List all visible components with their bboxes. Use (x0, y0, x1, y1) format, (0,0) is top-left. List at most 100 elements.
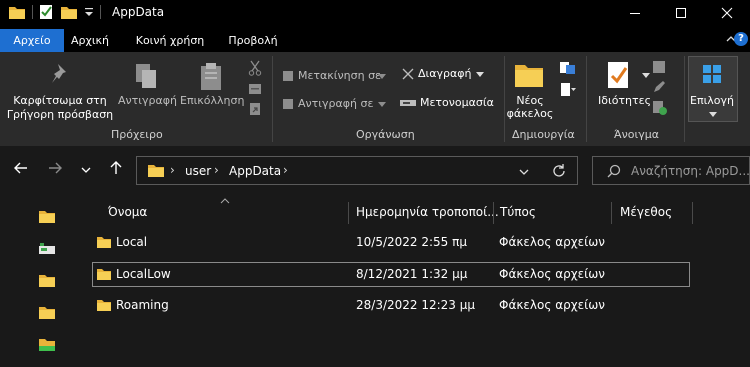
table-row[interactable]: Roaming 28/3/2022 12:23 μμ Φάκελος αρχεί… (92, 293, 690, 318)
address-bar[interactable]: › user › AppData › (136, 156, 578, 185)
divider (32, 5, 33, 19)
folder-icon[interactable] (38, 209, 56, 224)
column-size[interactable]: Μέγεθος (620, 205, 672, 219)
search-placeholder: Αναζήτηση: AppD... (631, 164, 750, 178)
select-all-icon (703, 65, 721, 83)
column-divider[interactable] (348, 202, 349, 224)
breadcrumb-appdata[interactable]: AppData (229, 164, 281, 178)
group-label-open: Άνοιγμα (614, 128, 659, 141)
file-date: 10/5/2022 2:55 πμ (356, 235, 467, 249)
help-icon[interactable]: ? (734, 32, 748, 46)
folder-icon (97, 300, 111, 311)
properties-button[interactable]: Ιδιότητες (598, 94, 651, 107)
title-bar: AppData (0, 0, 750, 26)
breadcrumb-separator[interactable]: › (283, 163, 288, 177)
navigation-pane (0, 194, 80, 367)
back-button[interactable] (14, 161, 28, 177)
folder-icon[interactable] (8, 5, 26, 20)
copy-to-icon (283, 99, 293, 109)
close-icon (721, 7, 733, 19)
file-name[interactable]: Local (116, 235, 147, 249)
chevron-down-icon[interactable] (519, 168, 529, 176)
rename-icon (400, 100, 416, 106)
window-title: AppData (112, 5, 165, 19)
new-item-icon[interactable] (558, 60, 578, 76)
divider (586, 56, 587, 142)
paste-shortcut-icon[interactable] (248, 102, 262, 116)
new-folder-label-line1[interactable]: Νέος (504, 94, 556, 107)
rename-button[interactable]: Μετονομασία (420, 96, 494, 109)
maximize-button[interactable] (658, 0, 704, 26)
file-name[interactable]: Roaming (116, 298, 169, 312)
history-icon[interactable] (652, 100, 668, 116)
pin-icon (52, 64, 66, 83)
file-name[interactable]: LocalLow (116, 267, 171, 281)
column-date-modified[interactable]: Ημερομηνία τροποποί... (356, 205, 499, 219)
navigation-bar: › user › AppData › Αναζήτηση: AppD... (0, 146, 750, 194)
breadcrumb-separator[interactable]: › (214, 163, 219, 177)
paste-icon (201, 63, 221, 90)
file-date: 8/12/2021 1:32 μμ (356, 267, 468, 281)
new-folder-icon[interactable] (60, 5, 78, 20)
edit-icon[interactable] (652, 80, 666, 94)
chevron-down-icon (476, 72, 484, 77)
copy-button[interactable]: Αντιγραφή (118, 94, 177, 107)
arrow-up-icon (110, 161, 122, 174)
copy-to-button[interactable]: Αντιγραφή σε (298, 97, 373, 110)
tab-home[interactable]: Αρχική (64, 29, 116, 52)
table-row[interactable]: Local 10/5/2022 2:55 πμ Φάκελος αρχείων (92, 230, 690, 255)
table-row[interactable]: LocalLow 8/12/2021 1:32 μμ Φάκελος αρχεί… (92, 262, 690, 287)
new-folder-label-line2[interactable]: φάκελος (502, 107, 558, 120)
copy-path-icon[interactable] (248, 82, 262, 96)
divider (684, 56, 685, 142)
refresh-icon[interactable] (551, 163, 567, 179)
drive-icon[interactable] (38, 337, 56, 352)
search-icon (607, 164, 621, 178)
cut-icon[interactable] (248, 60, 262, 76)
file-list: Όνομα Ημερομηνία τροποποί... Τύπος Μέγεθ… (80, 194, 750, 367)
up-button[interactable] (110, 161, 122, 178)
recent-locations-button[interactable] (81, 161, 91, 177)
move-to-button[interactable]: Μετακίνηση σε (298, 69, 381, 82)
column-divider[interactable] (611, 202, 612, 224)
network-drive-icon[interactable] (38, 242, 56, 257)
group-label-organize: Οργάνωση (356, 128, 415, 141)
arrow-left-icon (14, 162, 27, 174)
delete-button[interactable]: Διαγραφή (418, 67, 471, 80)
open-icon[interactable] (652, 60, 666, 74)
tab-file[interactable]: Αρχείο (0, 29, 64, 52)
chevron-down-icon (378, 102, 386, 107)
group-label-clipboard: Πρόχειρο (111, 128, 163, 141)
tab-view[interactable]: Προβολή (222, 29, 284, 52)
breadcrumb-user[interactable]: user (185, 164, 211, 178)
folder-icon (148, 165, 164, 177)
forward-button[interactable] (48, 161, 62, 177)
copy-icon (136, 64, 156, 88)
pin-label-line2[interactable]: Γρήγορη πρόσβαση (4, 108, 116, 121)
easy-access-icon[interactable] (559, 82, 577, 98)
folder-icon (97, 269, 111, 280)
maximize-icon (676, 8, 686, 18)
breadcrumb-separator[interactable]: › (170, 163, 175, 177)
ribbon: Καρφίτσωμα στη Γρήγορη πρόσβαση Αντιγραφ… (0, 52, 750, 146)
folder-icon[interactable] (38, 273, 56, 288)
column-type[interactable]: Τύπος (500, 205, 536, 219)
folder-icon (97, 237, 111, 248)
close-button[interactable] (704, 0, 750, 26)
file-type: Φάκελος αρχείων (499, 267, 605, 281)
divider (272, 56, 273, 142)
column-divider[interactable] (493, 202, 494, 224)
customize-dropdown-icon[interactable] (84, 6, 94, 18)
file-type: Φάκελος αρχείων (499, 298, 605, 312)
minimize-button[interactable] (612, 0, 658, 26)
search-input[interactable]: Αναζήτηση: AppD... (592, 156, 750, 185)
tab-share[interactable]: Κοινή χρήση (122, 29, 218, 52)
quick-access-toolbar (8, 4, 101, 20)
column-name[interactable]: Όνομα (108, 205, 147, 219)
column-divider[interactable] (692, 202, 693, 224)
pin-label-line1[interactable]: Καρφίτσωμα στη (10, 94, 110, 107)
folder-icon[interactable] (38, 305, 56, 320)
properties-icon[interactable] (39, 4, 54, 20)
properties-icon (608, 62, 628, 88)
paste-button[interactable]: Επικόλληση (180, 94, 244, 107)
